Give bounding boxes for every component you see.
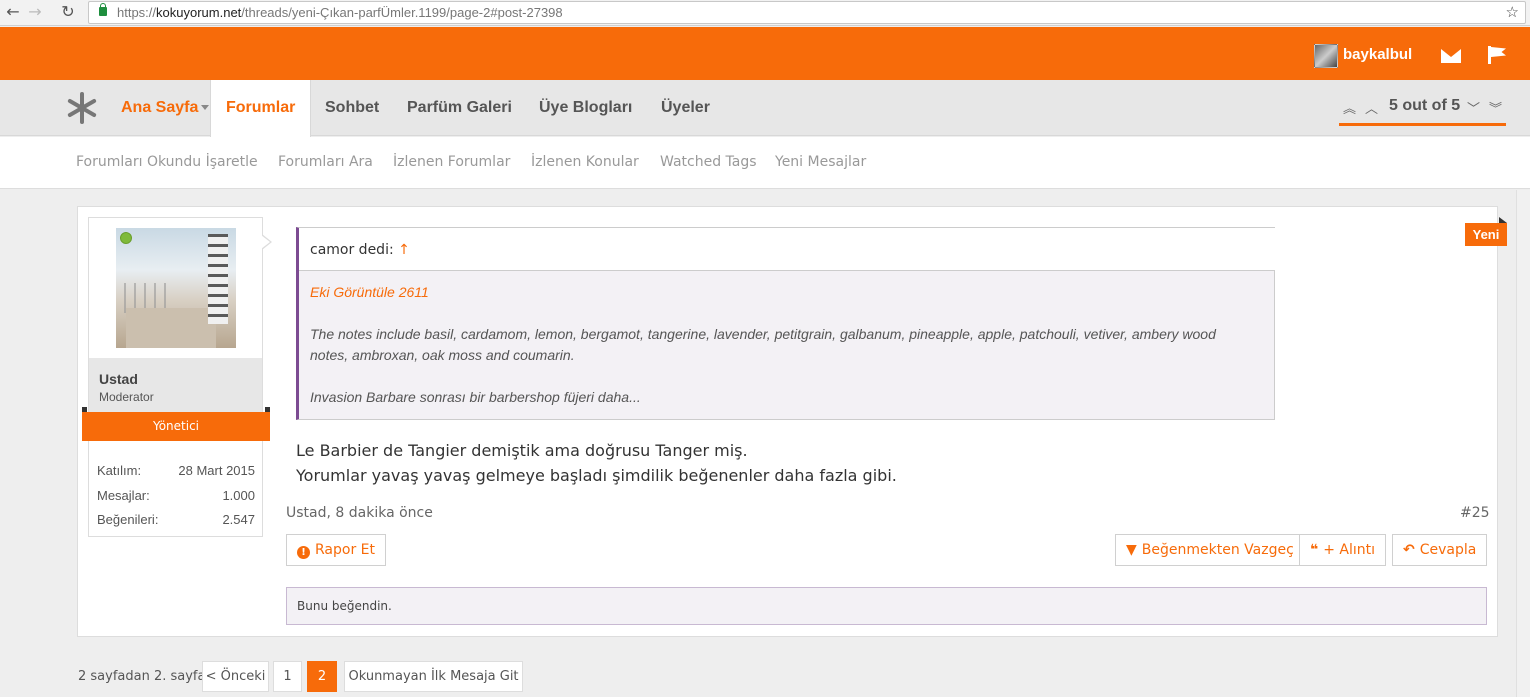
- username-link[interactable]: baykalbul: [1343, 46, 1412, 63]
- alert-icon: !: [297, 546, 310, 559]
- scrollbar[interactable]: [1516, 190, 1530, 697]
- address-bar[interactable]: https://kokuyorum.net/threads/yeni-Çıkan…: [88, 1, 1526, 24]
- likes-summary: Bunu beğendin.: [286, 587, 1487, 625]
- quote-icon: ❝: [1310, 542, 1319, 558]
- prev-post-icon[interactable]: ︿: [1365, 98, 1378, 117]
- author-arrow: [261, 234, 272, 250]
- browser-toolbar: ← → ↻ https://kokuyorum.net/threads/yeni…: [0, 0, 1530, 26]
- nav-forums[interactable]: Forumlar: [210, 80, 312, 137]
- bookmark-star-icon[interactable]: ☆: [1506, 3, 1519, 21]
- url-text[interactable]: https://kokuyorum.net/threads/yeni-Çıkan…: [117, 5, 563, 20]
- quote-text-line: Invasion Barbare sonrası bir barbershop …: [310, 389, 641, 405]
- flag-icon[interactable]: [1488, 46, 1506, 64]
- online-status-icon: [120, 232, 132, 244]
- forward-button[interactable]: →: [24, 2, 46, 22]
- logo-icon[interactable]: [66, 92, 98, 124]
- author-title: Moderator: [99, 390, 154, 404]
- sub-nav: Forumları Okundu İşaretle Forumları Ara …: [0, 137, 1530, 189]
- first-post-icon[interactable]: ︽: [1343, 98, 1356, 117]
- subnav-watched-forums[interactable]: İzlenen Forumlar: [393, 154, 510, 170]
- author-name[interactable]: Ustad: [99, 371, 138, 387]
- subnav-watched-threads[interactable]: İzlenen Konular: [531, 154, 639, 170]
- nav-gallery[interactable]: Parfüm Galeri: [407, 80, 512, 136]
- new-badge: Yeni: [1465, 217, 1507, 246]
- pager-label: 5 out of 5: [1389, 97, 1461, 114]
- next-post-icon[interactable]: ﹀: [1467, 98, 1480, 117]
- report-button[interactable]: ! Rapor Et: [286, 534, 386, 566]
- caret-down-icon: [201, 105, 210, 111]
- mail-icon[interactable]: [1441, 49, 1461, 63]
- post-meta[interactable]: Ustad, 8 dakika önce: [286, 505, 433, 521]
- quote-header: camor dedi: ↑: [299, 228, 1275, 271]
- author-card: Ustad Moderator Katılım: 28 Mart 2015 Mes…: [88, 217, 263, 537]
- quote-text-line: notes, ambroxan, oak moss and coumarin.: [310, 347, 575, 363]
- subnav-new-posts[interactable]: Yeni Mesajlar: [775, 154, 866, 170]
- post-number[interactable]: #25: [1460, 505, 1490, 521]
- nav-members[interactable]: Üyeler: [661, 80, 710, 136]
- main-nav: Ana Sayfa Forumlar Sohbet Parfüm Galeri …: [0, 80, 1530, 137]
- subnav-watched-tags[interactable]: Watched Tags: [660, 154, 757, 170]
- lock-icon: [99, 3, 107, 16]
- message-line: Le Barbier de Tangier demiştik ama doğru…: [296, 441, 748, 460]
- last-post-icon[interactable]: ︾: [1489, 98, 1502, 117]
- page-1-button[interactable]: 1: [273, 661, 302, 692]
- quote-text-line: The notes include basil, cardamom, lemon…: [310, 326, 1216, 342]
- first-unread-button[interactable]: Okunmayan İlk Mesaja Git: [344, 661, 523, 692]
- reply-icon: ↶: [1403, 542, 1415, 558]
- user-avatar[interactable]: [1314, 44, 1338, 68]
- reload-button[interactable]: ↻: [57, 2, 79, 22]
- unlike-button[interactable]: ▼ Beğenmekten Vazgeç: [1115, 534, 1305, 566]
- quote-jump-arrow-icon[interactable]: ↑: [398, 242, 410, 258]
- quote-attribution: camor dedi:: [310, 242, 394, 258]
- pagination-summary: 2 sayfadan 2. sayfa: [78, 669, 206, 684]
- role-banner: Yönetici: [82, 407, 270, 441]
- quote-block: camor dedi: ↑ Eki Görüntüle 2611 The not…: [296, 227, 1275, 420]
- page-2-button[interactable]: 2: [307, 661, 337, 692]
- message-line: Yorumlar yavaş yavaş gelmeye başladı şim…: [296, 466, 897, 485]
- top-header: baykalbul: [0, 27, 1530, 80]
- thumbs-down-icon: ▼: [1126, 542, 1137, 558]
- attachment-link[interactable]: Eki Görüntüle 2611: [310, 284, 429, 300]
- subnav-search-forums[interactable]: Forumları Ara: [278, 154, 373, 170]
- reply-button[interactable]: ↶ Cevapla: [1392, 534, 1488, 566]
- author-info: Ustad Moderator: [89, 358, 262, 414]
- nav-chat[interactable]: Sohbet: [325, 80, 379, 136]
- back-button[interactable]: ←: [2, 2, 24, 22]
- nav-blogs[interactable]: Üye Blogları: [539, 80, 632, 136]
- quote-button[interactable]: ❝ + Alıntı: [1299, 534, 1387, 566]
- nav-home[interactable]: Ana Sayfa: [121, 80, 210, 136]
- author-avatar[interactable]: [116, 228, 236, 348]
- post-pager: ︽ ︿ 5 out of 5 ﹀ ︾: [1339, 96, 1506, 126]
- subnav-mark-read[interactable]: Forumları Okundu İşaretle: [76, 154, 258, 170]
- prev-page-button[interactable]: < Önceki: [202, 661, 269, 692]
